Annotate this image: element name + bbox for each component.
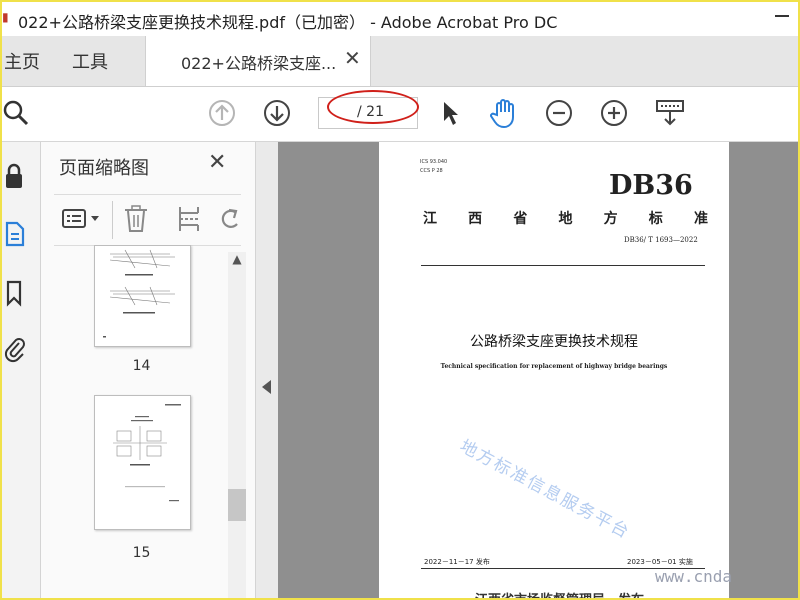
- annotation-ellipse: [327, 90, 419, 124]
- keyboard-icon[interactable]: [654, 97, 686, 129]
- close-panel-icon[interactable]: ✕: [208, 150, 226, 175]
- heading-char: 西: [468, 211, 483, 227]
- divider: [112, 201, 113, 239]
- lock-icon[interactable]: [4, 162, 28, 190]
- bookmark-icon[interactable]: [4, 279, 28, 307]
- ccs-code: CCS P 28: [420, 168, 443, 174]
- thumbnail-page-14[interactable]: [94, 245, 191, 347]
- pdf-app-icon: ▮: [2, 10, 9, 24]
- heading-char: 省: [513, 211, 528, 227]
- publish-date: 2022－11－17 发布: [424, 558, 490, 566]
- implement-date: 2023－05－01 实施: [627, 558, 693, 566]
- title-bar: ▮ 022+公路桥梁支座更换技术规程.pdf（已加密） - Adobe Acro…: [2, 2, 798, 36]
- select-pointer-icon[interactable]: [434, 97, 466, 129]
- main-toolbar: / 21: [2, 87, 798, 142]
- watermark-site: www.cnda: [655, 567, 733, 586]
- zoom-in-icon[interactable]: [598, 97, 630, 129]
- heading-char: 江: [423, 211, 437, 227]
- thumbnails-panel: 页面缩略图 ✕ 14 15 ▲: [41, 142, 256, 598]
- close-tab-icon[interactable]: ✕: [344, 46, 361, 70]
- pdf-page: ICS 93.040 CCS P 28 DB36 江 西 省 地 方 标 准 D…: [379, 142, 729, 598]
- rotate-icon[interactable]: [219, 206, 243, 236]
- classification-codes: ICS 93.040 CCS P 28: [420, 158, 447, 176]
- tab-bar: 主页 工具 022+公路桥梁支座... ✕: [2, 36, 798, 87]
- extract-pages-icon[interactable]: [177, 205, 201, 237]
- thumbnail-page-label: 15: [132, 545, 151, 561]
- window-title: 022+公路桥梁支座更换技术规程.pdf（已加密） - Adobe Acroba…: [18, 13, 558, 32]
- heading-char: 准: [693, 211, 708, 227]
- scrollbar-thumb[interactable]: [228, 489, 246, 521]
- heading-char: 标: [648, 211, 663, 227]
- thumbnail-scrollbar[interactable]: ▲: [228, 252, 246, 598]
- panel-title: 页面缩略图: [59, 158, 149, 179]
- heading-char: 地: [558, 211, 573, 227]
- left-tool-rail: [2, 142, 41, 598]
- ics-code: ICS 93.040: [420, 159, 448, 165]
- tab-document[interactable]: 022+公路桥梁支座... ✕: [145, 36, 371, 86]
- thumbnail-list: 14 15: [41, 245, 241, 598]
- panel-toolbar: [54, 194, 241, 246]
- panel-collapse-handle[interactable]: [256, 142, 278, 598]
- standard-number: DB36/ T 1693—2022: [624, 236, 698, 244]
- document-title-cn: 公路桥梁支座更换技术规程: [470, 334, 638, 350]
- tab-document-label: 022+公路桥梁支座...: [181, 54, 337, 73]
- tab-home[interactable]: 主页: [4, 48, 40, 74]
- issuer: 江西省市场监督管理局 发布: [475, 589, 644, 598]
- trash-icon[interactable]: [123, 205, 149, 237]
- page-thumbnails-icon[interactable]: [4, 220, 28, 248]
- arrow-down-circle-icon[interactable]: [261, 97, 293, 129]
- minimize-button[interactable]: [775, 15, 789, 17]
- paperclip-icon[interactable]: [4, 335, 28, 363]
- thumbnail-page-15[interactable]: [94, 395, 191, 530]
- divider: [421, 265, 705, 266]
- province-standard-heading: 江 西 省 地 方 标 准: [423, 208, 708, 228]
- search-icon[interactable]: [2, 97, 32, 129]
- heading-char: 方: [603, 211, 618, 227]
- thumbnail-options-icon[interactable]: [62, 208, 102, 234]
- hand-icon[interactable]: [488, 97, 520, 129]
- thumbnail-page-label: 14: [132, 358, 151, 374]
- scroll-up-icon[interactable]: ▲: [228, 252, 246, 272]
- document-title-en: Technical specification for replacement …: [440, 363, 668, 370]
- tab-tools[interactable]: 工具: [72, 48, 108, 74]
- collapse-arrow-icon[interactable]: [262, 380, 271, 394]
- document-view[interactable]: ICS 93.040 CCS P 28 DB36 江 西 省 地 方 标 准 D…: [278, 142, 798, 598]
- standard-logo: DB36: [609, 170, 693, 201]
- acrobat-window: ▮ 022+公路桥梁支座更换技术规程.pdf（已加密） - Adobe Acro…: [2, 2, 798, 598]
- arrow-up-circle-icon[interactable]: [206, 97, 238, 129]
- zoom-out-icon[interactable]: [543, 97, 575, 129]
